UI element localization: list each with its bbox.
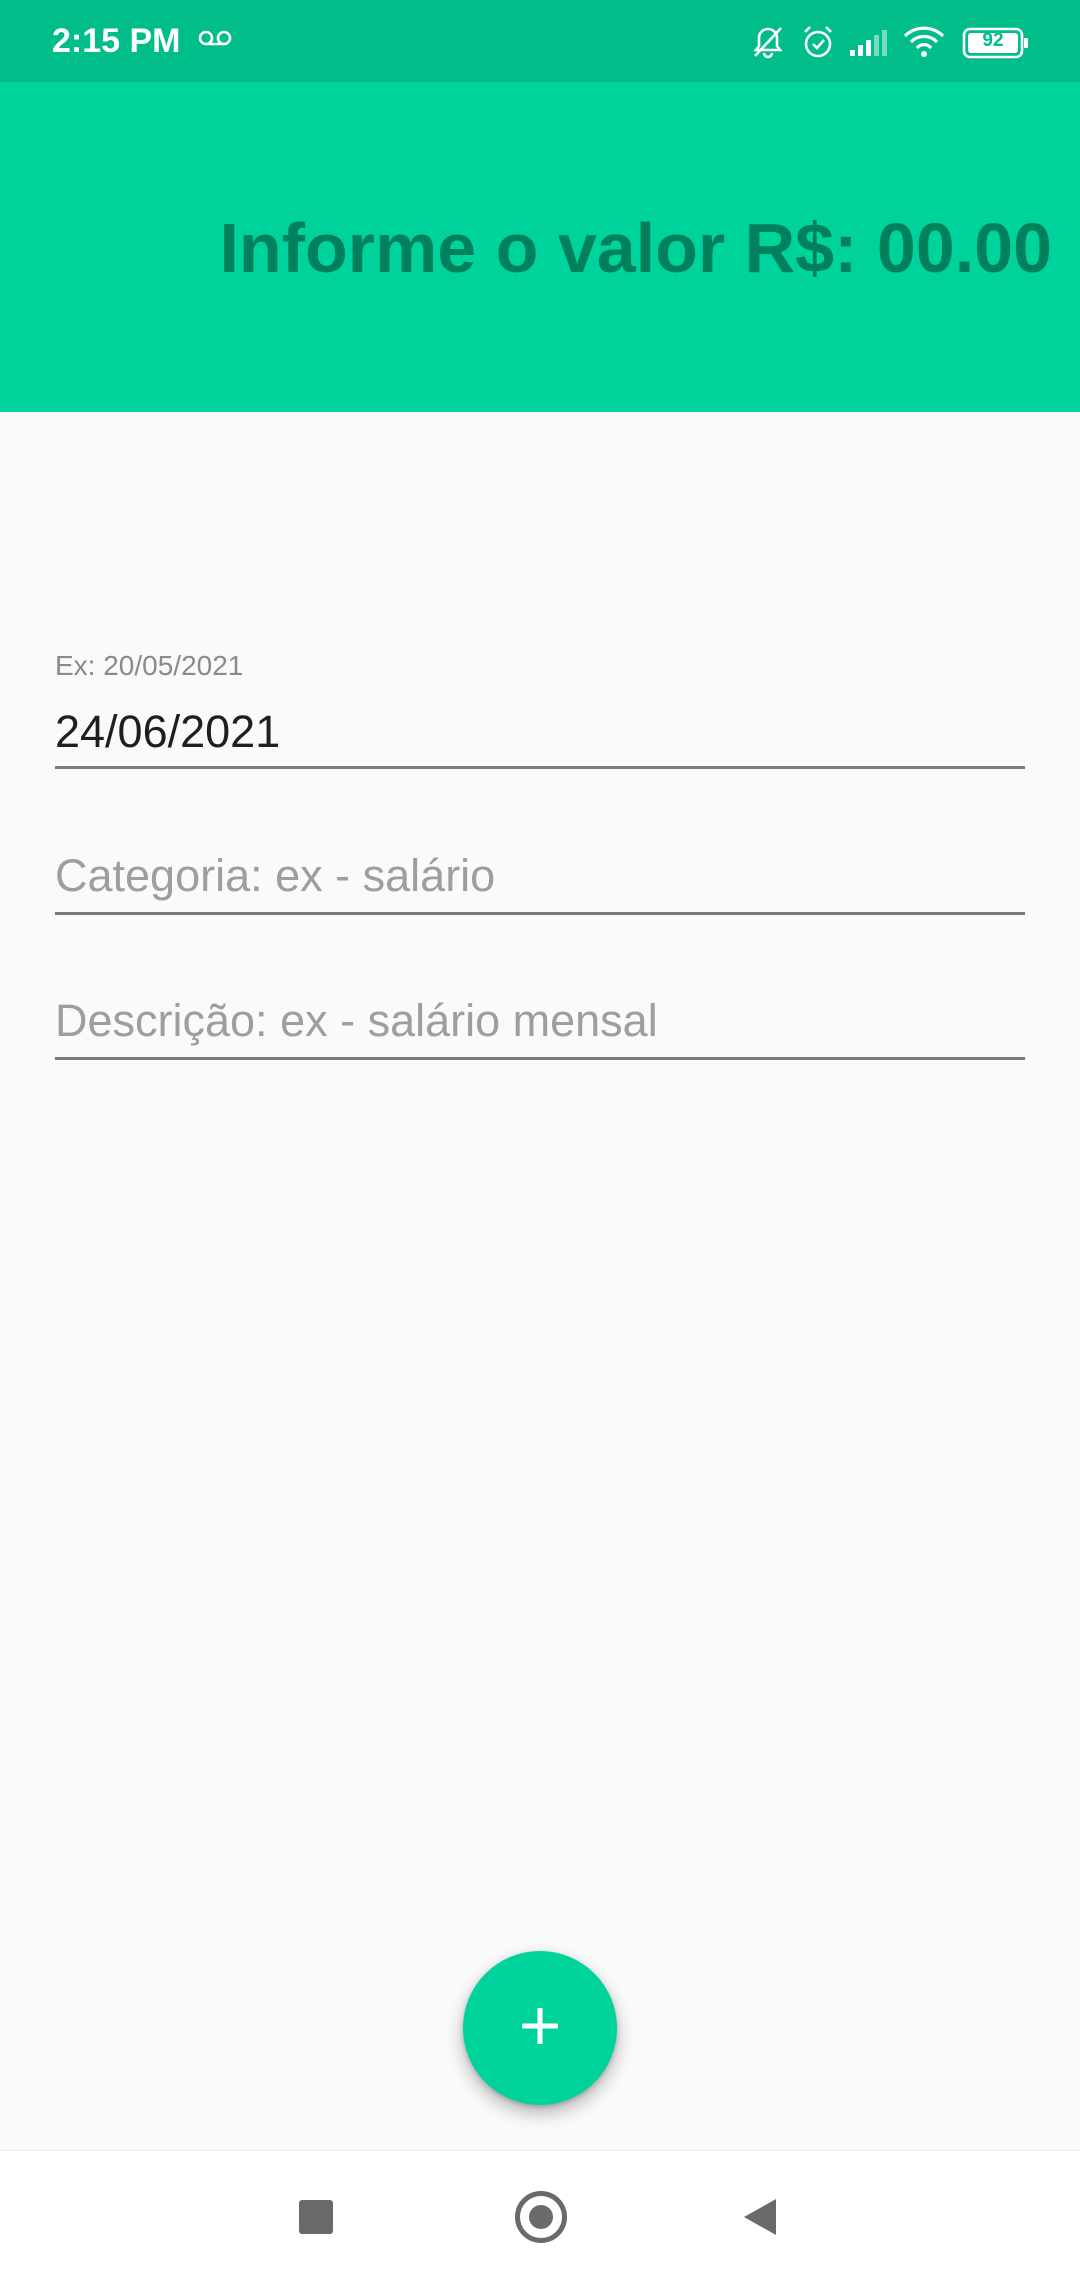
add-button[interactable] <box>463 1951 617 2105</box>
battery-level: 92 <box>982 30 1004 51</box>
plus-icon <box>518 2004 562 2053</box>
amount-title[interactable]: Informe o valor R$: 00.00 <box>219 208 1052 288</box>
home-icon[interactable] <box>515 2191 567 2243</box>
status-time: 2:15 PM <box>52 22 181 60</box>
recents-icon[interactable] <box>299 2200 333 2234</box>
alarm-icon <box>800 24 836 65</box>
category-underline <box>55 912 1025 915</box>
navigation-bar <box>0 2150 1080 2280</box>
home-icon-inner <box>529 2205 553 2229</box>
status-bar: 2:15 PM 92 <box>0 0 1080 82</box>
date-field-label: Ex: 20/05/2021 <box>55 650 244 681</box>
description-input[interactable] <box>55 991 1025 1051</box>
category-input[interactable] <box>55 846 1025 906</box>
wifi-icon <box>902 24 946 65</box>
bell-off-icon <box>750 24 786 65</box>
back-icon[interactable] <box>742 2197 778 2242</box>
date-input[interactable] <box>55 702 1025 762</box>
voicemail-icon <box>198 26 232 53</box>
description-underline <box>55 1057 1025 1060</box>
signal-icon <box>848 28 890 63</box>
date-underline <box>55 766 1025 769</box>
app-header: Informe o valor R$: 00.00 <box>0 82 1080 412</box>
